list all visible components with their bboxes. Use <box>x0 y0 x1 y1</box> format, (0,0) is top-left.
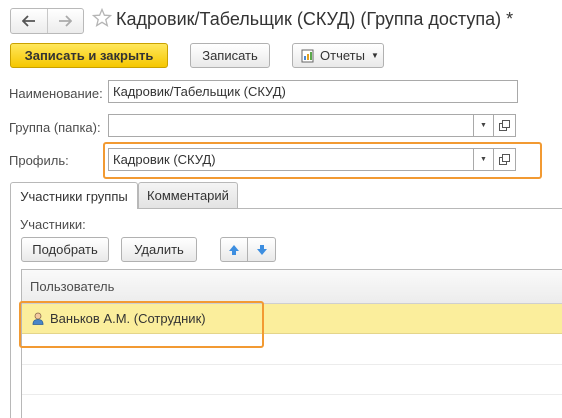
table-row[interactable]: Ваньков А.М. (Сотрудник) <box>22 304 562 334</box>
column-header-user[interactable]: Пользователь <box>22 270 562 304</box>
profile-open-button[interactable] <box>494 148 516 171</box>
arrow-right-icon <box>59 15 73 27</box>
move-down-button[interactable] <box>248 237 276 262</box>
user-name: Ваньков А.М. (Сотрудник) <box>50 311 206 326</box>
profile-label: Профиль: <box>9 153 69 168</box>
group-dropdown-button[interactable]: ▼ <box>474 114 494 137</box>
reports-button[interactable]: Отчеты ▼ <box>292 43 384 68</box>
name-field[interactable]: Кадровик/Табельщик (СКУД) <box>108 80 518 103</box>
row-divider <box>22 364 562 365</box>
group-label: Группа (папка): <box>9 120 101 135</box>
row-divider <box>22 394 562 395</box>
forward-button[interactable] <box>46 9 84 33</box>
delete-button[interactable]: Удалить <box>121 237 197 262</box>
back-button[interactable] <box>11 9 47 33</box>
profile-dropdown-button[interactable]: ▼ <box>474 148 494 171</box>
profile-field[interactable]: Кадровик (СКУД) <box>108 148 474 171</box>
tab-group-members[interactable]: Участники группы <box>10 182 138 209</box>
arrow-up-icon <box>229 244 239 255</box>
open-icon <box>499 154 510 165</box>
star-icon[interactable] <box>92 8 112 28</box>
group-field[interactable] <box>108 114 474 137</box>
open-icon <box>499 120 510 131</box>
arrow-left-icon <box>21 15 35 27</box>
name-label: Наименование: <box>9 86 103 101</box>
title-bar: Кадровик/Табельщик (СКУД) (Группа доступ… <box>0 0 562 40</box>
user-icon <box>32 312 44 325</box>
save-button[interactable]: Записать <box>190 43 270 68</box>
navigation-buttons <box>10 8 84 34</box>
window-title: Кадровик/Табельщик (СКУД) (Группа доступ… <box>116 9 514 29</box>
chevron-down-icon: ▼ <box>480 156 487 163</box>
arrow-down-icon <box>256 244 267 255</box>
save-and-close-button[interactable]: Записать и закрыть <box>10 43 168 68</box>
move-up-button[interactable] <box>220 237 248 262</box>
chevron-down-icon: ▼ <box>370 51 379 60</box>
group-open-button[interactable] <box>494 114 516 137</box>
pick-button[interactable]: Подобрать <box>21 237 109 262</box>
participants-table: Пользователь Ваньков А.М. (Сотрудник) <box>21 269 562 418</box>
report-icon <box>301 49 314 62</box>
chevron-down-icon: ▼ <box>480 122 487 129</box>
tab-comment[interactable]: Комментарий <box>138 182 238 208</box>
participants-label: Участники: <box>20 217 86 232</box>
reports-label: Отчеты <box>320 48 365 63</box>
